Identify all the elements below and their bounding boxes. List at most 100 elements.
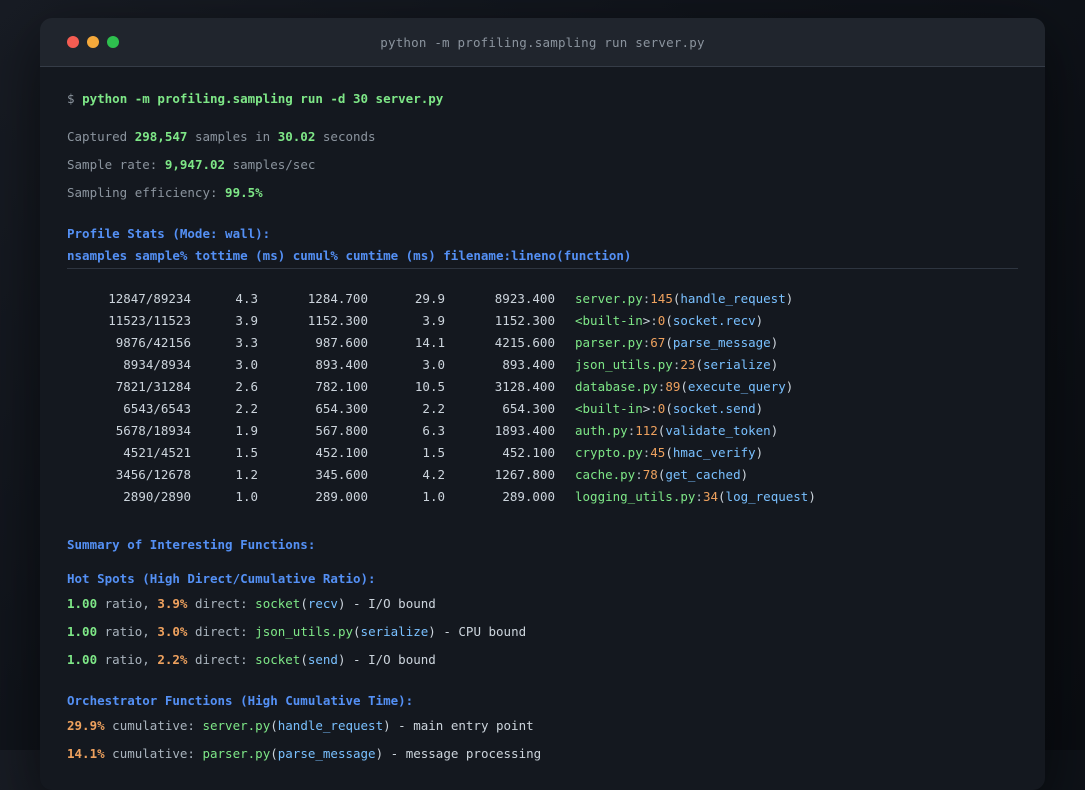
file-name: server.py bbox=[575, 291, 643, 306]
samples-in-label: samples in bbox=[187, 129, 278, 144]
ratio-label: ratio, bbox=[97, 624, 158, 639]
function-name: socket.recv bbox=[672, 313, 756, 328]
paren-open: ( bbox=[300, 596, 308, 611]
cell-nsamples: 9876/42156 bbox=[115, 335, 191, 350]
cell-cumul-pct: 14.1 bbox=[414, 335, 445, 350]
paren-open: ( bbox=[270, 718, 278, 733]
cell-sample-pct: 3.0 bbox=[235, 357, 258, 372]
cell-cumul-pct: 1.0 bbox=[422, 489, 445, 504]
direct-percent: 3.0% bbox=[157, 624, 188, 639]
orchestrators-list: 29.9% cumulative: server.py(handle_reque… bbox=[67, 718, 1018, 761]
module-name: server.py bbox=[202, 718, 271, 733]
ratio-label: ratio, bbox=[97, 652, 158, 667]
line-number: 145 bbox=[650, 291, 673, 306]
function-cell: cache.py:78(get_cached) bbox=[555, 464, 1018, 486]
cell-tottime: 345.600 bbox=[315, 467, 368, 482]
paren-close: ) bbox=[808, 489, 816, 504]
cumulative-label: cumulative: bbox=[104, 718, 203, 733]
function-cell: <built-in>:0(socket.recv) bbox=[555, 310, 1018, 332]
cell-sample-pct: 1.0 bbox=[235, 489, 258, 504]
paren-close: ) bbox=[428, 624, 436, 639]
sample-rate-value: 9,947.02 bbox=[164, 157, 226, 172]
direct-percent: 3.9% bbox=[157, 596, 188, 611]
title-bar: python -m profiling.sampling run server.… bbox=[40, 18, 1045, 67]
paren-close: ) bbox=[770, 423, 779, 438]
cell-tottime: 1152.300 bbox=[307, 313, 368, 328]
paren-close: ) bbox=[785, 291, 794, 306]
paren-open: ( bbox=[695, 357, 703, 372]
cell-cumul-pct: 1.5 bbox=[422, 445, 445, 460]
captured-label: Captured bbox=[67, 129, 135, 144]
colon: : bbox=[650, 401, 658, 416]
hot-spot-item: 1.00 ratio, 3.9% direct: socket(recv) - … bbox=[67, 596, 1018, 611]
hot-spots-list: 1.00 ratio, 3.9% direct: socket(recv) - … bbox=[67, 596, 1018, 667]
cell-nsamples: 5678/18934 bbox=[115, 423, 191, 438]
function-cell: crypto.py:45(hmac_verify) bbox=[555, 442, 1018, 464]
note-text: - message processing bbox=[383, 746, 542, 761]
module-name: json_utils.py bbox=[255, 624, 354, 639]
function-name: socket.send bbox=[672, 401, 756, 416]
cell-tottime: 782.100 bbox=[315, 379, 368, 394]
command-text: python -m profiling.sampling run -d 30 s… bbox=[82, 91, 444, 106]
cell-nsamples: 3456/12678 bbox=[115, 467, 191, 482]
paren-open: ( bbox=[665, 401, 673, 416]
cell-cumtime: 893.400 bbox=[502, 357, 555, 372]
paren-close: ) bbox=[770, 335, 779, 350]
direct-percent: 2.2% bbox=[157, 652, 188, 667]
file-name: <built-in bbox=[575, 313, 643, 328]
cell-tottime: 893.400 bbox=[315, 357, 368, 372]
cell-cumul-pct: 3.0 bbox=[422, 357, 445, 372]
efficiency-line: Sampling efficiency: 99.5% bbox=[67, 185, 1018, 200]
profile-stats-heading: Profile Stats (Mode: wall): bbox=[67, 226, 271, 241]
paren-open: ( bbox=[665, 313, 673, 328]
cell-sample-pct: 1.5 bbox=[235, 445, 258, 460]
file-name: auth.py bbox=[575, 423, 628, 438]
cell-cumtime: 8923.400 bbox=[494, 291, 555, 306]
module-name: parser.py bbox=[202, 746, 271, 761]
file-name: <built-in bbox=[575, 401, 643, 416]
paren-open: ( bbox=[665, 335, 673, 350]
function-cell: <built-in>:0(socket.send) bbox=[555, 398, 1018, 420]
table-columns-header: nsamples sample% tottime (ms) cumul% cum… bbox=[67, 248, 632, 263]
cell-nsamples: 11523/11523 bbox=[108, 313, 191, 328]
paren-close: ) bbox=[337, 596, 346, 611]
table-row: 4521/4521 1.5 452.100 1.5 452.100 crypto.py:4… bbox=[67, 442, 1018, 464]
function-cell: server.py:145(handle_request) bbox=[555, 288, 1018, 310]
hot-spot-item: 1.00 ratio, 2.2% direct: socket(send) - … bbox=[67, 652, 1018, 667]
cell-nsamples: 6543/6543 bbox=[123, 401, 191, 416]
cell-cumtime: 1893.400 bbox=[494, 423, 555, 438]
cell-cumtime: 289.000 bbox=[502, 489, 555, 504]
cell-tottime: 987.600 bbox=[315, 335, 368, 350]
paren-close: ) bbox=[755, 445, 764, 460]
orchestrator-item: 29.9% cumulative: server.py(handle_reque… bbox=[67, 718, 1018, 733]
line-number: 34 bbox=[702, 489, 719, 504]
cell-nsamples: 4521/4521 bbox=[123, 445, 191, 460]
table-row: 9876/42156 3.3 987.600 14.1 4215.600 parser.p… bbox=[67, 332, 1018, 354]
function-name: log_request bbox=[725, 489, 809, 504]
function-name: execute_query bbox=[687, 379, 786, 394]
cell-cumul-pct: 4.2 bbox=[422, 467, 445, 482]
line-number: 78 bbox=[642, 467, 658, 482]
function-name: parse_message bbox=[672, 335, 771, 350]
sample-rate-unit: samples/sec bbox=[225, 157, 316, 172]
ratio-value: 1.00 bbox=[67, 596, 98, 611]
paren-open: ( bbox=[665, 445, 673, 460]
cell-cumul-pct: 2.2 bbox=[422, 401, 445, 416]
summary-heading: Summary of Interesting Functions: bbox=[67, 537, 316, 552]
samples-count: 298,547 bbox=[134, 129, 188, 144]
function-cell: parser.py:67(parse_message) bbox=[555, 332, 1018, 354]
terminal-window: python -m profiling.sampling run server.… bbox=[40, 18, 1045, 790]
line-number: 89 bbox=[665, 379, 681, 394]
command-line: $ python -m profiling.sampling run -d 30… bbox=[67, 91, 1018, 106]
table-row: 2890/2890 1.0 289.000 1.0 289.000 logging_uti… bbox=[67, 486, 1018, 508]
sample-rate-label: Sample rate: bbox=[67, 157, 165, 172]
file-name: json_utils.py bbox=[575, 357, 673, 372]
paren-open: ( bbox=[270, 746, 278, 761]
function-name: send bbox=[307, 652, 338, 667]
function-name: serialize bbox=[702, 357, 771, 372]
function-name: handle_request bbox=[277, 718, 384, 733]
cell-cumul-pct: 3.9 bbox=[422, 313, 445, 328]
paren-open: ( bbox=[353, 624, 361, 639]
cell-tottime: 654.300 bbox=[315, 401, 368, 416]
table-row: 8934/8934 3.0 893.400 3.0 893.400 json_utils.… bbox=[67, 354, 1018, 376]
